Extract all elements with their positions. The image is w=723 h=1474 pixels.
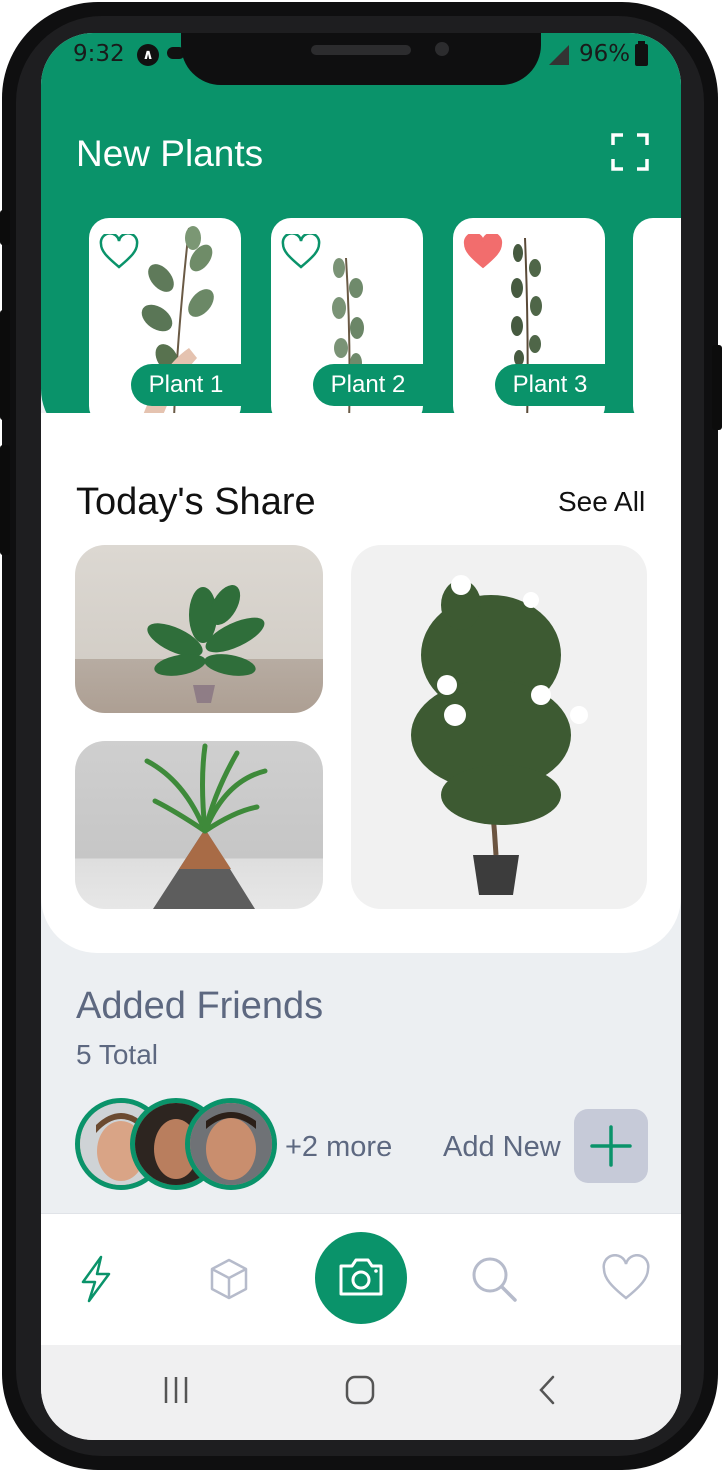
app-screen: New Plants Plant 1 Plant 2 Plant 3 Today…	[41, 33, 681, 1440]
plant-card-label: Plant 3	[495, 364, 605, 406]
add-friend-button[interactable]	[574, 1109, 648, 1183]
see-all-link[interactable]: See All	[558, 486, 645, 518]
plant-card-label: Plant 1	[131, 364, 241, 406]
heart-outline-icon[interactable]	[99, 234, 139, 270]
new-plants-header: New Plants Plant 1 Plant 2 Plant 3	[41, 33, 681, 445]
share-image-tropical-plant[interactable]	[75, 545, 323, 713]
avatar-face	[190, 1103, 272, 1185]
speaker-grille	[311, 45, 411, 55]
avatar[interactable]	[185, 1098, 277, 1190]
front-camera	[435, 42, 449, 56]
plant-card-next[interactable]	[633, 218, 681, 426]
signal-icon	[549, 45, 569, 65]
heart-filled-icon[interactable]	[463, 234, 503, 270]
back-icon[interactable]	[531, 1373, 565, 1407]
status-time: 9:32	[73, 41, 125, 67]
search-icon[interactable]	[469, 1254, 519, 1304]
friends-total-count: 5 Total	[76, 1039, 158, 1070]
plant-card[interactable]: Plant 1	[89, 218, 241, 426]
side-button-power	[712, 345, 722, 430]
plus-icon	[590, 1125, 632, 1167]
heart-icon[interactable]	[601, 1254, 651, 1304]
heart-outline-icon[interactable]	[281, 234, 321, 270]
share-image	[144, 743, 268, 909]
plant-card-label: Plant 2	[313, 364, 423, 406]
app-notification-icon: ∧	[137, 44, 159, 66]
add-new-label[interactable]: Add New	[443, 1131, 561, 1164]
share-image	[147, 585, 265, 703]
todays-share-title: Today's Share	[76, 481, 316, 523]
side-button-volume-up	[0, 310, 10, 420]
plant-card[interactable]: Plant 2	[271, 218, 423, 426]
added-friends-title: Added Friends	[76, 985, 324, 1027]
system-navigation-bar	[41, 1345, 681, 1440]
side-button-volume-down	[0, 445, 10, 555]
camera-icon	[339, 1258, 383, 1296]
lightning-icon[interactable]	[71, 1254, 121, 1304]
share-image	[411, 575, 588, 895]
bottom-tab-bar	[41, 1213, 681, 1346]
expand-icon[interactable]	[611, 133, 649, 171]
battery-level: 96%	[579, 41, 631, 67]
phone-notch	[181, 33, 541, 85]
battery-icon	[635, 41, 648, 66]
plant-card[interactable]: Plant 3	[453, 218, 605, 426]
recent-apps-icon[interactable]	[159, 1373, 193, 1407]
side-button-mute	[0, 210, 10, 245]
page-title: New Plants	[76, 133, 264, 174]
more-friends-count: +2 more	[285, 1131, 393, 1163]
share-image-flowering-tree[interactable]	[351, 545, 647, 909]
camera-button[interactable]	[315, 1232, 407, 1324]
home-icon[interactable]	[343, 1373, 377, 1407]
share-image-potted-grass[interactable]	[75, 741, 323, 909]
cube-icon[interactable]	[204, 1254, 254, 1304]
